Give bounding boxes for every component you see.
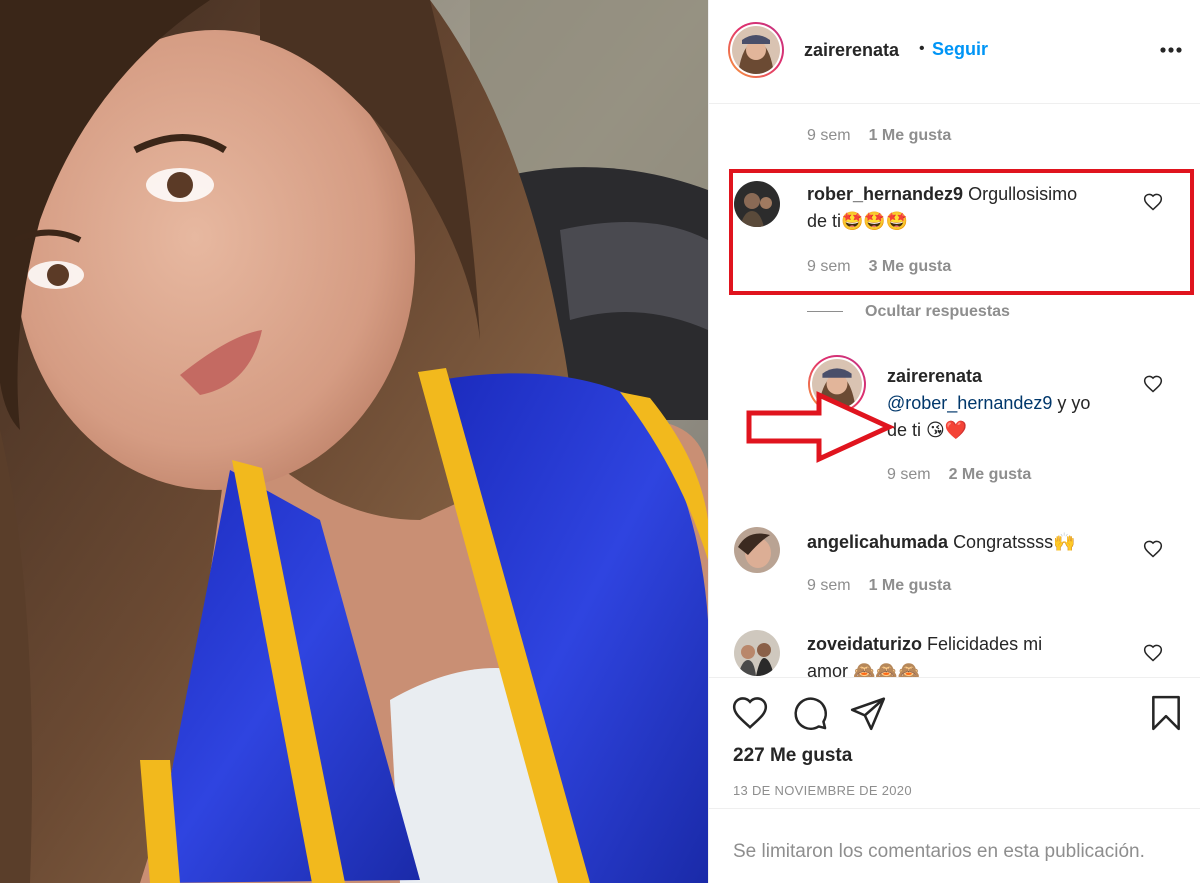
commenter-avatar[interactable] [734, 630, 780, 676]
comments-limited-notice: Se limitaron los comentarios en esta pub… [709, 808, 1200, 883]
commenter-username[interactable]: zoveidaturizo [807, 634, 922, 654]
bookmark-icon[interactable] [1147, 694, 1185, 732]
reply-time[interactable]: 9 sem [887, 466, 931, 483]
more-options-icon[interactable] [1159, 42, 1183, 58]
post-side-panel: zairerenata • Seguir 9 sem 1 Me gusta ro… [708, 0, 1200, 883]
follow-button[interactable]: Seguir [932, 39, 988, 60]
reply-likes[interactable]: 2 Me gusta [949, 466, 1032, 483]
comment-icon[interactable] [791, 694, 829, 732]
post-image [0, 0, 708, 883]
post-photo[interactable] [0, 0, 708, 883]
comment-time[interactable]: 9 sem [807, 127, 851, 144]
comment-likes[interactable]: 1 Me gusta [869, 127, 952, 144]
commenter-username[interactable]: angelicahumada [807, 532, 948, 552]
previous-comment-meta: 9 sem 1 Me gusta [807, 127, 951, 145]
comment-body: Congratssss🙌 [953, 532, 1076, 552]
comment-text: zoveidaturizo Felicidades mi amor 🙈🙈🙈 [807, 631, 1147, 677]
reply-username[interactable]: zairerenata [887, 366, 982, 386]
share-icon[interactable] [849, 694, 887, 732]
comment-body: Felicidades mi [927, 634, 1043, 654]
comment-text: angelicahumada Congratssss🙌 [807, 529, 1147, 556]
post-actions: 227 Me gusta 13 DE NOVIEMBRE DE 2020 [709, 677, 1200, 807]
header-separator: • [919, 40, 925, 57]
comment-body-line2: amor 🙈🙈🙈 [807, 661, 921, 677]
post-like-count[interactable]: 227 Me gusta [733, 745, 852, 767]
hide-replies-label: Ocultar respuestas [865, 303, 1010, 320]
commenter-avatar[interactable] [734, 527, 780, 573]
reply-body-line2: de ti 😘❤️ [887, 420, 968, 440]
comment-like-heart-icon[interactable] [1143, 643, 1163, 663]
post-date[interactable]: 13 DE NOVIEMBRE DE 2020 [733, 783, 912, 798]
heart-icon[interactable] [731, 694, 769, 732]
comment-like-heart-icon[interactable] [1143, 539, 1163, 559]
author-avatar[interactable] [728, 22, 784, 78]
red-arrow-annotation-icon [746, 391, 895, 463]
hide-replies-button[interactable]: Ocultar respuestas [807, 303, 1010, 321]
reply-like-heart-icon[interactable] [1143, 374, 1163, 394]
comments-list[interactable]: 9 sem 1 Me gusta rober_hernandez9 Orgullo… [709, 105, 1200, 677]
author-username[interactable]: zairerenata [804, 40, 899, 61]
reply-text: zairerenata @rober_hernandez9 y yo de ti… [887, 363, 1147, 444]
reply-meta: 9 sem 2 Me gusta [887, 466, 1031, 484]
comment-likes[interactable]: 1 Me gusta [869, 577, 952, 594]
reply-body: y yo [1052, 393, 1091, 413]
comment-time[interactable]: 9 sem [807, 577, 851, 594]
replies-divider [807, 311, 843, 313]
comment-meta: 9 sem 1 Me gusta [807, 577, 951, 595]
comments-limited-text: Se limitaron los comentarios en esta pub… [733, 841, 1145, 862]
post-header: zairerenata • Seguir [709, 0, 1200, 104]
reply-mention-link[interactable]: @rober_hernandez9 [887, 393, 1052, 413]
highlight-box [729, 169, 1194, 295]
